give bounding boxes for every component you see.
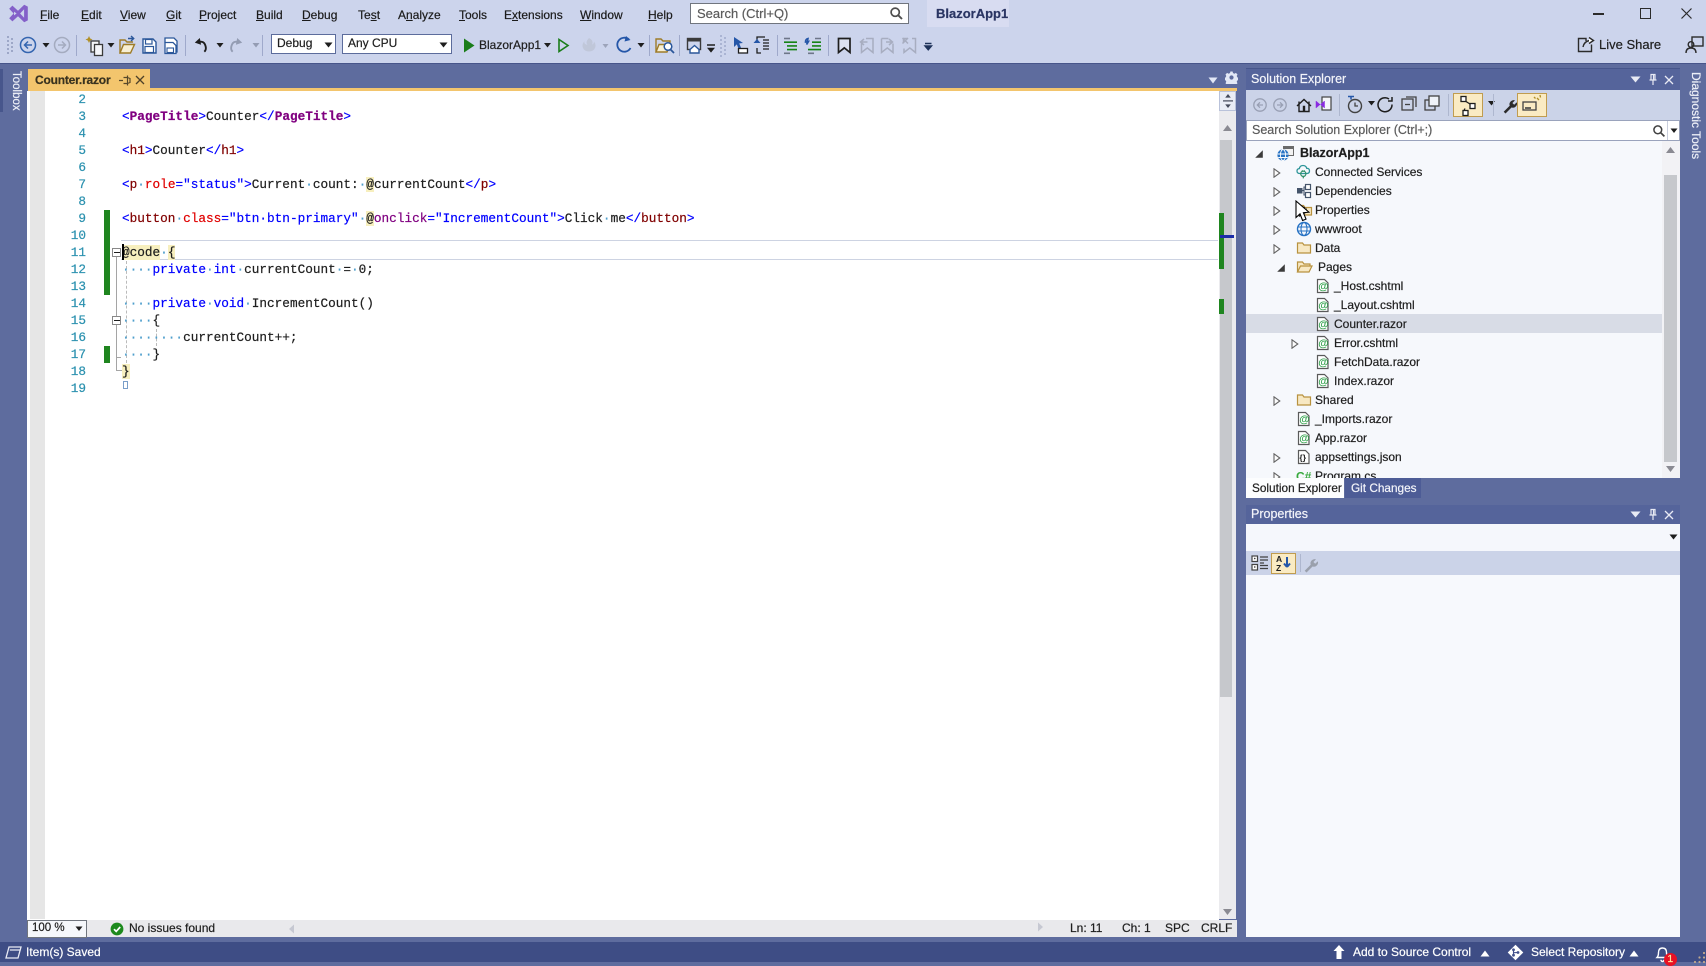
svg-text:@: @ bbox=[1318, 376, 1328, 388]
svg-text:@: @ bbox=[1318, 319, 1328, 331]
svg-text:{}: {} bbox=[1299, 453, 1306, 463]
svg-text:@: @ bbox=[1318, 300, 1328, 312]
svg-text:@: @ bbox=[1299, 414, 1309, 426]
svg-text:@: @ bbox=[1318, 357, 1328, 369]
svg-text:Z: Z bbox=[1276, 563, 1281, 573]
svg-text:@: @ bbox=[1318, 338, 1328, 350]
svg-text:C#: C# bbox=[1296, 470, 1312, 479]
svg-text:@: @ bbox=[1299, 433, 1309, 445]
svg-text:@: @ bbox=[1318, 281, 1328, 293]
